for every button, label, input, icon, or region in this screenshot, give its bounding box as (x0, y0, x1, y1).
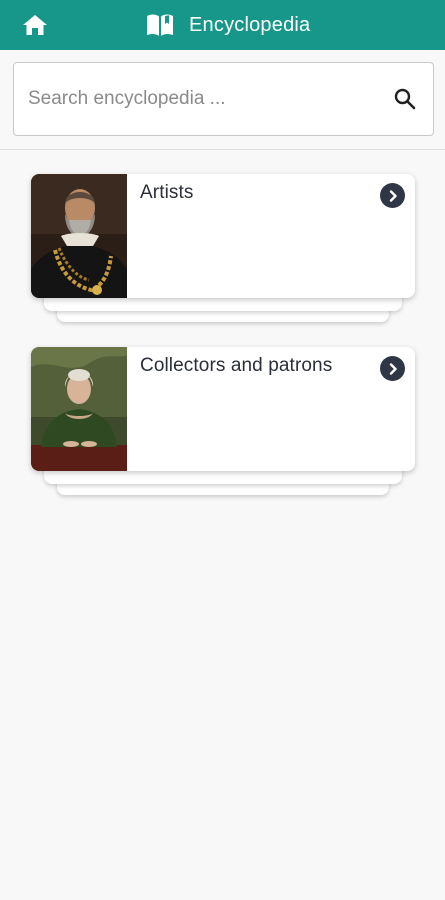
category-title-artists: Artists (140, 182, 194, 203)
collectors-thumbnail (31, 347, 127, 471)
category-card-artists[interactable]: Artists (31, 174, 415, 298)
open-book-icon (145, 12, 175, 38)
category-card-collectors[interactable]: Collectors and patrons (31, 347, 415, 471)
category-card-stack-collectors: Collectors and patrons (31, 347, 415, 502)
search-icon (394, 88, 416, 110)
page-title: Encyclopedia (189, 13, 311, 36)
chevron-right-icon[interactable] (380, 183, 405, 208)
home-button[interactable] (14, 10, 56, 40)
category-card-stack-artists: Artists (31, 174, 415, 329)
app-bar: Encyclopedia (0, 0, 445, 50)
search-input[interactable] (28, 63, 368, 135)
search-box (13, 62, 434, 136)
app-title-group: Encyclopedia (145, 0, 310, 50)
search-area (0, 50, 445, 150)
chevron-right-icon[interactable] (380, 356, 405, 381)
home-icon (23, 15, 47, 35)
search-button[interactable] (389, 83, 421, 115)
category-title-collectors: Collectors and patrons (140, 355, 333, 376)
artists-thumbnail (31, 174, 127, 298)
